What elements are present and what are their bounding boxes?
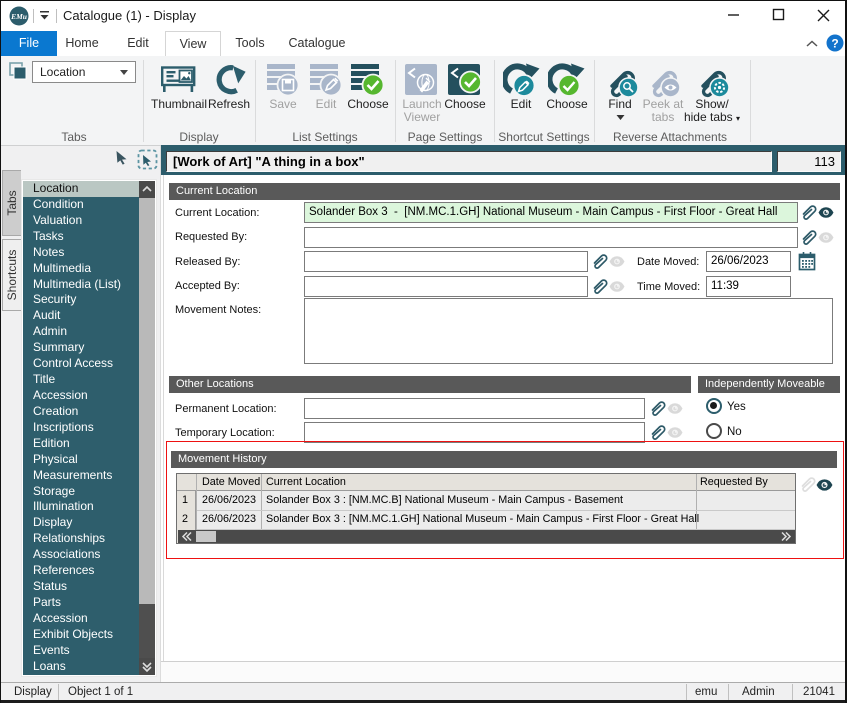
svg-text:EMu: EMu — [10, 12, 27, 21]
svg-text:?: ? — [831, 37, 838, 51]
